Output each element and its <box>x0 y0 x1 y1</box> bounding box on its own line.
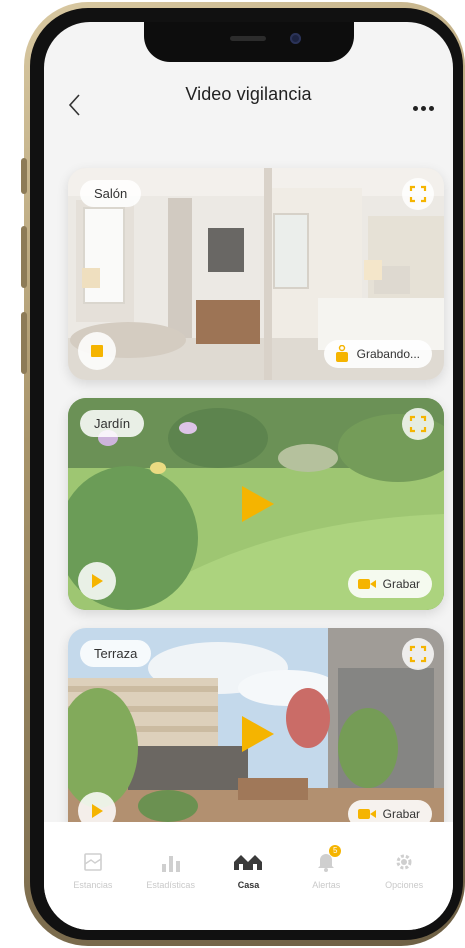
front-camera <box>290 33 301 44</box>
video-camera-icon <box>357 579 376 589</box>
camera-name-label: Jardín <box>80 410 145 437</box>
nav-item-estancias[interactable]: Estancias <box>58 822 128 930</box>
bell-icon <box>291 850 361 874</box>
nav-label: Estadísticas <box>146 880 195 890</box>
nav-label: Opciones <box>385 880 424 890</box>
recording-status-button[interactable]: Grabando... <box>323 340 432 368</box>
bottom-navigation: Estancias Estadísticas Casa 5 Alertas Op… <box>44 822 453 930</box>
nav-item-casa[interactable]: Casa <box>213 822 283 930</box>
record-button-label: Grabar <box>382 577 420 591</box>
expand-icon <box>409 415 427 433</box>
nav-label: Estancias <box>73 880 113 890</box>
camera-card-terraza[interactable]: Terraza Grabar <box>68 628 444 840</box>
volume-down-button <box>21 312 27 374</box>
rooms-icon <box>58 850 128 874</box>
nav-item-opciones[interactable]: Opciones <box>369 822 439 930</box>
fullscreen-button[interactable] <box>402 638 434 670</box>
fullscreen-button[interactable] <box>402 178 434 210</box>
play-small-icon <box>92 804 103 818</box>
stop-button[interactable] <box>78 332 116 370</box>
volume-up-button <box>21 226 27 288</box>
play-icon[interactable] <box>234 482 278 526</box>
nav-item-alertas[interactable]: 5 Alertas <box>291 822 361 930</box>
more-dot-icon <box>429 106 434 111</box>
camera-card-jardin[interactable]: Jardín Grabar <box>68 398 444 610</box>
play-icon[interactable] <box>234 712 278 756</box>
speaker-grille <box>230 36 266 41</box>
gear-icon <box>369 850 439 874</box>
more-dot-icon <box>421 106 426 111</box>
play-small-icon <box>92 574 103 588</box>
record-button-label: Grabando... <box>356 347 420 361</box>
mute-switch <box>21 158 27 194</box>
expand-icon <box>409 645 427 663</box>
notch <box>144 22 354 62</box>
house-icon <box>213 850 283 874</box>
more-options-button[interactable] <box>413 98 441 111</box>
nav-label: Alertas <box>312 880 341 890</box>
play-button[interactable] <box>78 562 116 600</box>
page-title: Video vigilancia <box>185 84 312 104</box>
bar-chart-icon <box>136 850 206 874</box>
more-dot-icon <box>413 106 418 111</box>
camera-name-label: Salón <box>80 180 142 207</box>
expand-icon <box>409 185 427 203</box>
record-button[interactable]: Grabar <box>347 570 432 598</box>
nav-label: Casa <box>237 880 260 890</box>
camera-name-label: Terraza <box>80 640 152 667</box>
app-screen: Video vigilancia Salón Grabando... Jardí… <box>44 22 453 930</box>
record-button-label: Grabar <box>382 807 420 821</box>
fullscreen-button[interactable] <box>402 408 434 440</box>
nav-item-estadisticas[interactable]: Estadísticas <box>136 822 206 930</box>
recording-icon <box>335 345 348 362</box>
video-camera-icon <box>357 809 376 819</box>
camera-card-salon[interactable]: Salón Grabando... <box>68 168 444 380</box>
stop-icon <box>91 345 103 357</box>
